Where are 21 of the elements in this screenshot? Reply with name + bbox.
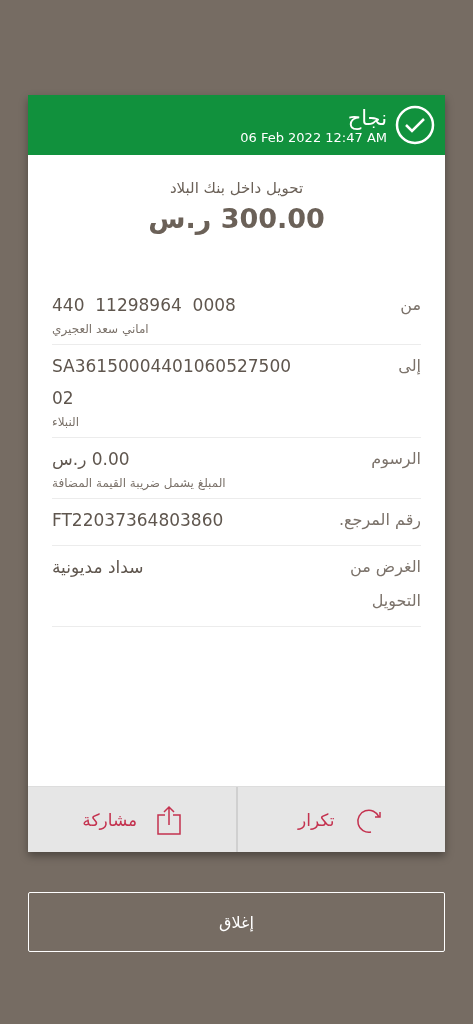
status-title: نجاح <box>347 105 387 130</box>
check-circle-icon <box>395 105 435 145</box>
detail-note: النبلاء <box>52 415 80 429</box>
detail-note: المبلغ يشمل ضريبة القيمة المضافة <box>52 476 226 490</box>
detail-note: اماني سعد العجيري <box>52 322 149 336</box>
detail-label: إلى <box>398 355 421 377</box>
transfer-type: تحويل داخل بنك البلاد <box>169 179 304 197</box>
transfer-amount: 300.00 ر.س <box>148 203 325 234</box>
detail-label: رقم المرجع. <box>339 509 421 532</box>
detail-value: 02 <box>52 387 74 409</box>
detail-value: 0.00 ر.س <box>52 448 130 470</box>
close-button[interactable]: إغلاق <box>28 892 445 952</box>
detail-value: SA36150004401060527500 <box>52 355 292 377</box>
detail-value: FT22037364803860 <box>52 509 224 531</box>
share-icon <box>157 804 182 835</box>
transaction-date: 06 Feb 2022 12:47 AM <box>240 129 387 145</box>
detail-value: سداد مديونية <box>52 556 144 578</box>
detail-label: الرسوم <box>371 448 421 471</box>
detail-label: من <box>400 294 421 317</box>
detail-label: الغرض من التحويل <box>348 556 421 613</box>
detail-value: 440 11298964 0008 <box>52 294 236 316</box>
